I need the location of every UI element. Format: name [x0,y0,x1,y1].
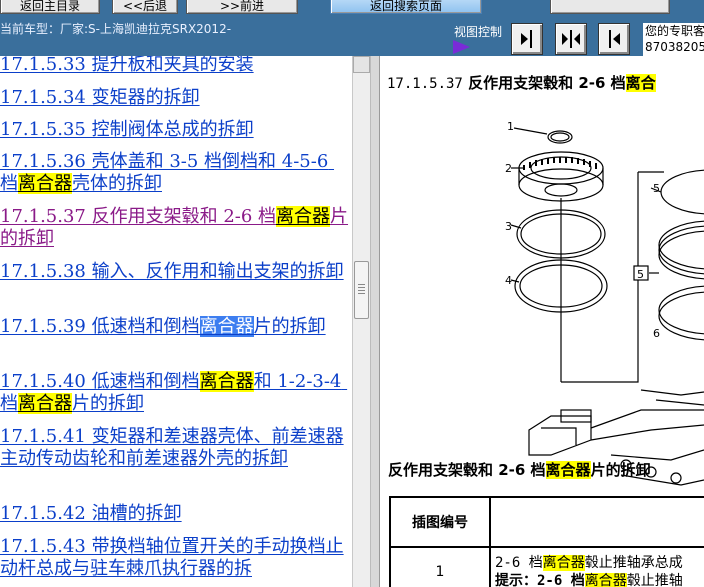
toc-item[interactable]: 17.1.5.39 低速档和倒档离合器片的拆卸 [0,316,350,338]
panel-splitter[interactable] [370,56,380,587]
search-highlight: 离合器 [18,393,72,414]
toc-item[interactable]: 17.1.5.40 低速档和倒档离合器和 1-2-3-4 档离合器片的拆卸 [0,371,350,415]
expand-right-view-button[interactable] [511,23,543,55]
toc-item[interactable]: 17.1.5.41 变矩器和差速器壳体、前差速器主动传动齿轮和前差速器外壳的拆卸 [0,426,350,470]
top-toolbar: 返回主目录 <<后退 >>前进 返回搜索页面 当前车型：厂家:S-上海凯迪拉克S… [0,0,704,59]
callout-label: 4 [505,274,512,287]
search-highlight: 离合器 [199,371,254,392]
current-model-label: 当前车型：厂家:S-上海凯迪拉克SRX2012- [0,22,232,36]
expand-left-view-button[interactable] [598,23,630,55]
toc-item[interactable]: 17.1.5.33 提升板和夹具的安装 [0,56,350,76]
section-heading: 17.1.5.37 反作用支架毂和 2-6 档离合 [387,74,656,92]
table-cell-description: 2-6 档离合器毂止推轴承总成 提示：2-6 档离合器毂止推轴 [489,546,704,587]
toc-item[interactable]: 17.1.5.43 带换档轴位置开关的手动换档止动杆总成与驻车棘爪执行器的拆 [0,536,350,580]
callout-label: 1 [507,120,514,133]
exploded-view-figure: 1 2 3 4 5 5 6 [505,120,704,486]
play-triangle-icon[interactable] [453,40,470,54]
figure-caption: 反作用支架毂和 2-6 档离合器片的拆卸 [388,461,651,479]
expert-line-2: 87038205 [645,40,704,54]
callout-label: 3 [505,220,512,233]
split-arrows-icon [562,30,580,48]
toc-item[interactable]: 17.1.5.35 控制阀体总成的拆卸 [0,119,350,141]
arrow-right-bar-icon [521,30,532,48]
toc-item[interactable]: 17.1.5.34 变矩器的拆卸 [0,87,350,109]
toc-item[interactable]: 17.1.5.42 油槽的拆卸 [0,503,350,525]
table-header-row: 插图编号 [389,496,704,548]
forward-button[interactable]: >>前进 [186,0,298,14]
search-highlight: 离合器 [18,173,72,194]
home-button[interactable]: 返回主目录 [0,0,100,14]
search-highlight: 离合器 [276,206,331,227]
search-page-button[interactable]: 返回搜索页面 [330,0,482,14]
view-control-label: 视图控制 [454,25,503,39]
search-highlight: 离合器 [545,461,591,479]
toc-item[interactable]: 17.1.5.36 壳体盖和 3-5 档倒档和 4-5-6 档离合器壳体的拆卸 [0,151,350,195]
toc-item[interactable]: 17.1.5.38 输入、反作用和输出支架的拆卸 [0,261,350,283]
callout-label: 5 [637,268,644,281]
figure-table: 插图编号 1 2-6 档离合器毂止推轴承总成 提示：2-6 档离合器毂止推轴 [389,496,704,587]
content-panel: 17.1.5.37 反作用支架毂和 2-6 档离合 1 2 3 4 5 5 6 … [381,56,704,587]
callout-label: 6 [653,327,660,340]
grip-icon [358,284,365,294]
callout-label: 2 [505,162,512,175]
search-highlight-selected: 离合器 [199,316,254,337]
toc-scrollbar[interactable] [352,56,370,587]
table-row: 1 2-6 档离合器毂止推轴承总成 提示：2-6 档离合器毂止推轴 [389,546,704,587]
toolbar-button-blank[interactable] [550,0,670,14]
table-header-figure-number: 插图编号 [389,496,491,548]
toc-item-current[interactable]: 17.1.5.37 反作用支架毂和 2-6 档离合器片的拆卸 [0,206,350,250]
arrow-left-bar-icon [609,30,620,48]
toc-panel: 17.1.5.33 提升板和夹具的安装 17.1.5.34 变矩器的拆卸 17.… [0,56,352,587]
expert-line-1: 您的专职客 [645,24,704,38]
scrollbar-thumb[interactable] [354,261,369,319]
table-cell-number: 1 [389,546,491,587]
split-view-button[interactable] [555,23,587,55]
scroll-up-button[interactable] [353,56,370,73]
table-header-blank [489,496,704,548]
callout-label: 5 [653,182,660,195]
search-highlight: 离合 [625,74,656,92]
expert-contact-box: 您的专职客 87038205 [643,23,704,59]
back-button[interactable]: <<后退 [112,0,178,14]
